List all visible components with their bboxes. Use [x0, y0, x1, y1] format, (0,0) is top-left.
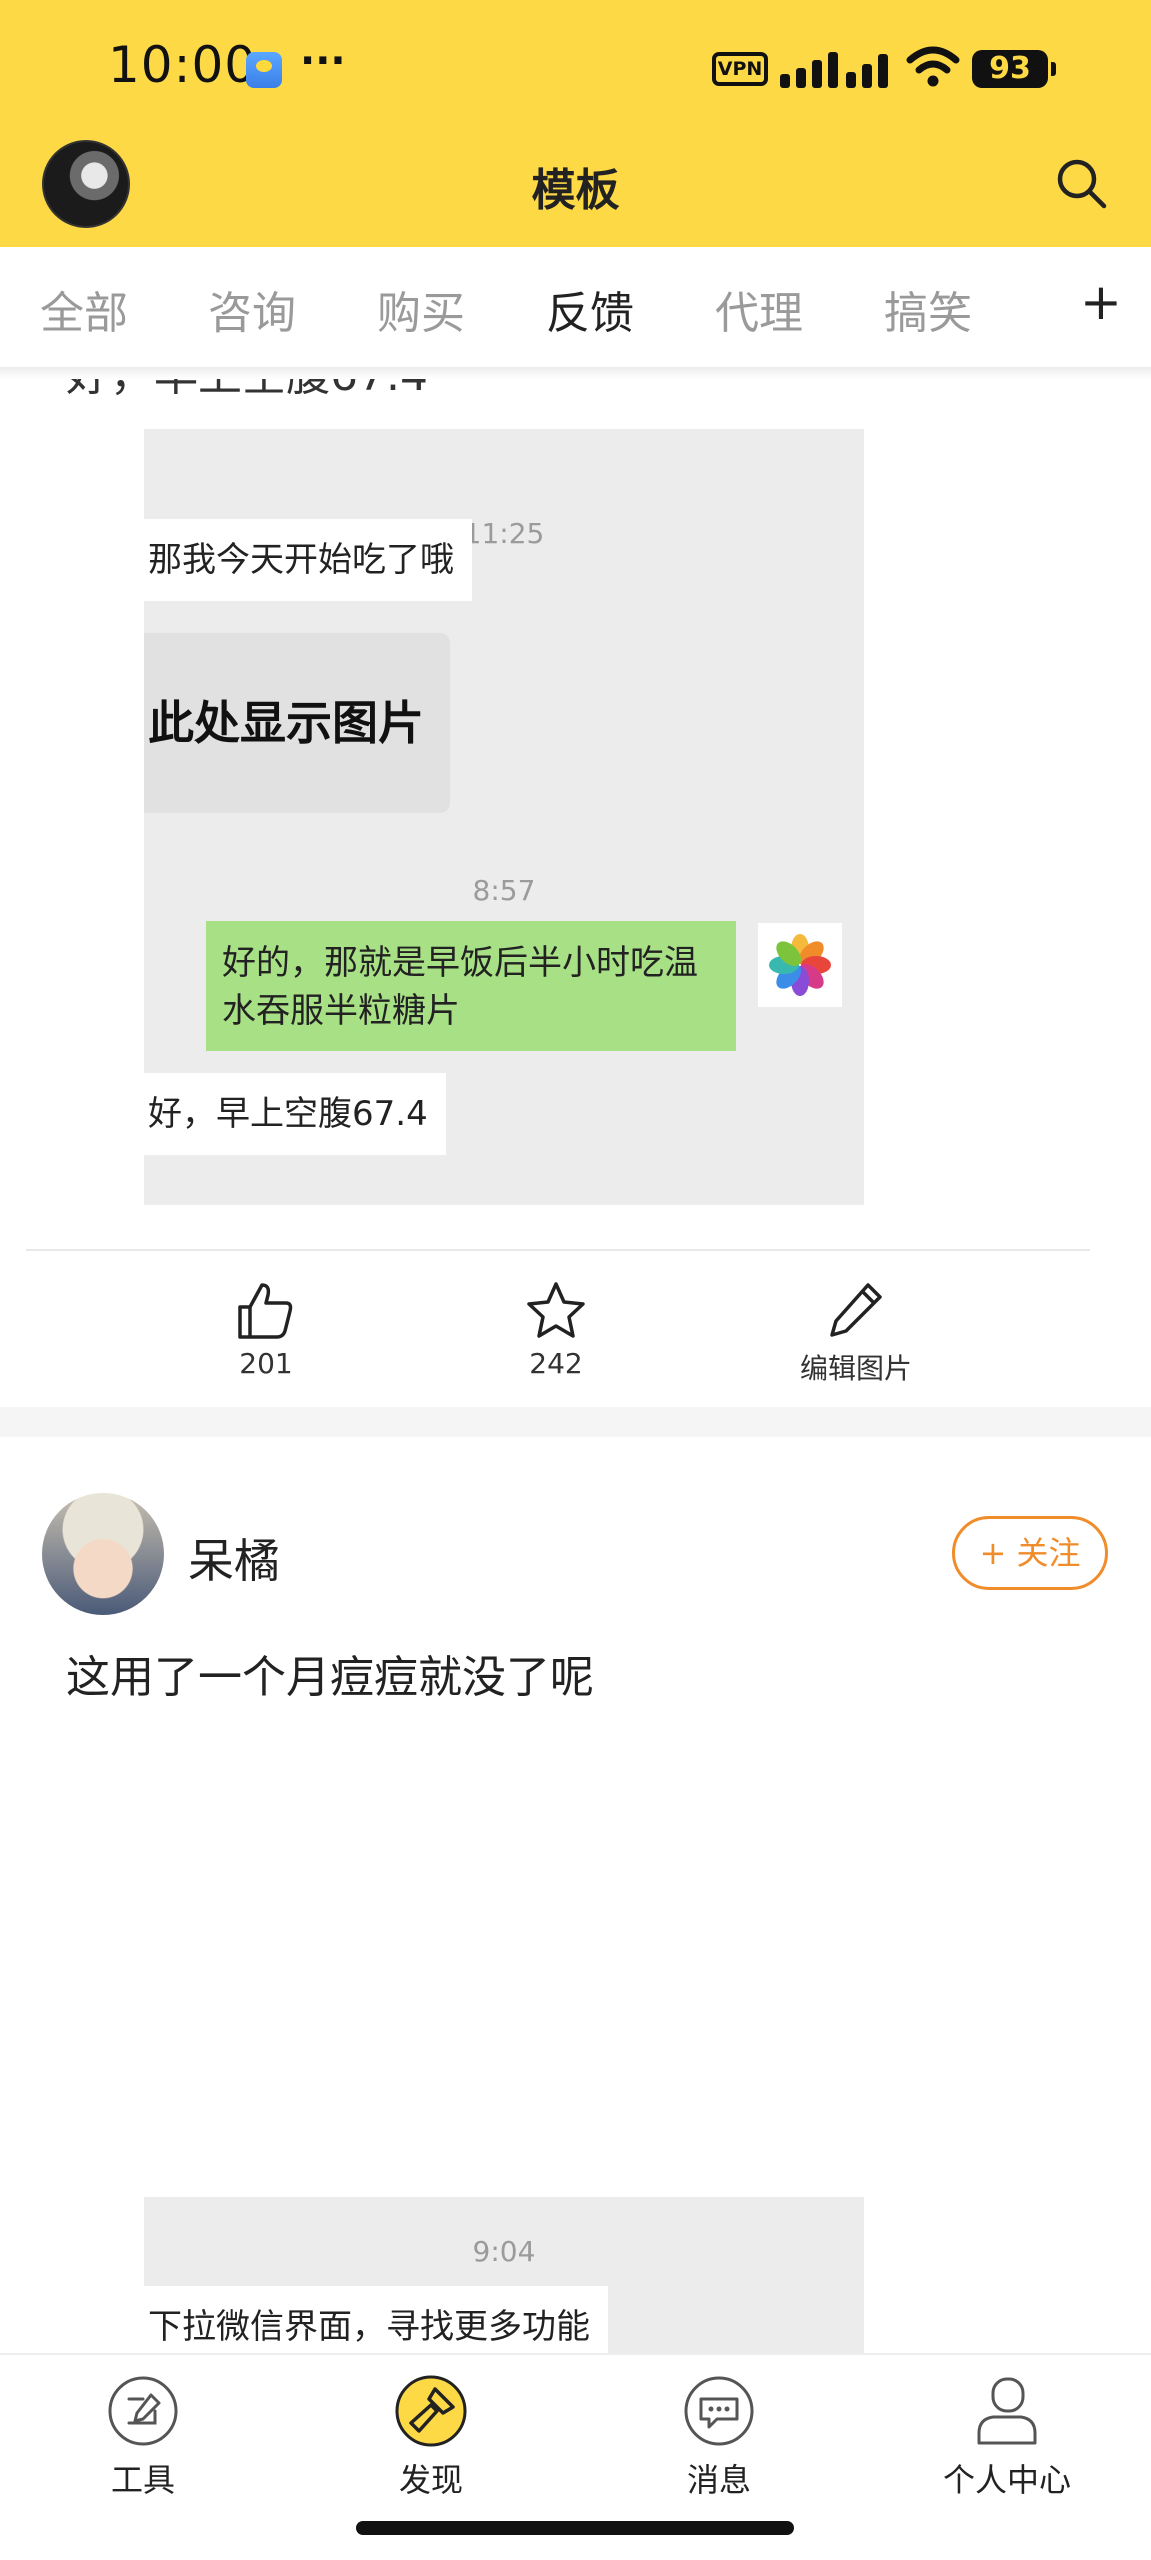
chat-message: 下拉微信界面，寻找更多功能 [144, 2286, 608, 2353]
photos-app-icon [758, 923, 842, 1007]
chat-message: 那我今天开始吃了哦 [144, 519, 472, 601]
chat-timestamp: 8:57 [472, 874, 536, 907]
notification-app-icon [246, 52, 282, 88]
nav-tools-label: 工具 [110, 2461, 175, 2499]
like-count: 201 [239, 1347, 293, 1380]
edit-image-button[interactable]: 编辑图片 [766, 1279, 946, 1387]
more-notifications-icon: ··· [300, 38, 346, 84]
nav-messages[interactable]: 消息 [629, 2375, 809, 2501]
search-icon[interactable] [1054, 156, 1108, 210]
avatar[interactable] [42, 1493, 164, 1615]
chat-reply-line: 好的，那就是早饭后半小时吃温 [222, 943, 698, 983]
nav-messages-label: 消息 [686, 2461, 751, 2499]
tabs-divider [0, 367, 1151, 379]
tab-all[interactable]: 全部 [40, 277, 128, 341]
tab-funny[interactable]: 搞笑 [884, 277, 972, 341]
post-text: 这用了一个月痘痘就没了呢 [66, 1652, 594, 1703]
chat-reply-line: 水吞服半粒糖片 [222, 991, 460, 1031]
follow-button[interactable]: + 关注 [952, 1516, 1108, 1590]
favorite-count: 242 [529, 1347, 583, 1380]
post-separator [0, 1407, 1151, 1437]
app-header: 10:00 ··· VPN 93 模板 [0, 0, 1151, 247]
pencil-icon [830, 1283, 882, 1337]
person-icon [977, 2377, 1037, 2445]
cellular-signal-icon [780, 48, 892, 88]
battery-icon: 93 [972, 50, 1056, 88]
divider [26, 1249, 1090, 1251]
add-tab-button[interactable]: + [1080, 277, 1122, 327]
chat-message: 好，早上空腹67.4 [144, 1073, 446, 1155]
favorite-button[interactable]: 242 [466, 1279, 646, 1380]
chat-timestamp: 9:04 [472, 2235, 536, 2268]
chat-bubble-icon [684, 2376, 754, 2446]
nav-profile-label: 个人中心 [942, 2461, 1071, 2499]
category-tabs: 全部 咨询 购买 反馈 代理 搞笑 + [0, 247, 1151, 367]
chat-reply-message: 好的，那就是早饭后半小时吃温 水吞服半粒糖片 [206, 921, 736, 1051]
nav-discover[interactable]: 发现 [341, 2375, 521, 2501]
nav-discover-label: 发现 [398, 2461, 463, 2499]
top-nav: 模板 [0, 140, 1151, 247]
tab-agent[interactable]: 代理 [715, 277, 803, 341]
chat-screenshot[interactable]: 9:04 下拉微信界面，寻找更多功能 [144, 2197, 864, 2353]
nav-profile[interactable]: 个人中心 [917, 2375, 1097, 2501]
chat-screenshot[interactable]: 11:25 那我今天开始吃了哦 此处显示图片 8:57 好的，那就是早饭后半小时… [144, 429, 864, 1205]
status-time: 10:00 [108, 36, 258, 94]
feed[interactable]: 好，早上空腹67.4 11:25 那我今天开始吃了哦 此处显示图片 8:57 好… [0, 379, 1151, 2353]
username[interactable]: 呆橘 [188, 1525, 280, 1591]
tab-purchase[interactable]: 购买 [377, 277, 465, 341]
thumbs-up-icon [238, 1283, 293, 1339]
nav-tools[interactable]: 工具 [53, 2375, 233, 2501]
home-indicator[interactable] [356, 2521, 794, 2535]
flashlight-icon [395, 2375, 467, 2447]
post-text: 好，早上空腹67.4 [66, 379, 428, 403]
status-bar: 10:00 ··· VPN 93 [0, 0, 1151, 140]
vpn-icon: VPN [712, 52, 768, 86]
edit-note-icon [108, 2376, 178, 2446]
tab-consult[interactable]: 咨询 [208, 277, 296, 341]
image-placeholder: 此处显示图片 [144, 633, 450, 813]
tab-feedback[interactable]: 反馈 [546, 277, 634, 341]
page-title: 模板 [531, 165, 620, 216]
edit-image-label: 编辑图片 [799, 1352, 912, 1385]
like-button[interactable]: 201 [176, 1279, 356, 1380]
star-icon [527, 1282, 585, 1338]
wifi-icon [906, 46, 960, 87]
